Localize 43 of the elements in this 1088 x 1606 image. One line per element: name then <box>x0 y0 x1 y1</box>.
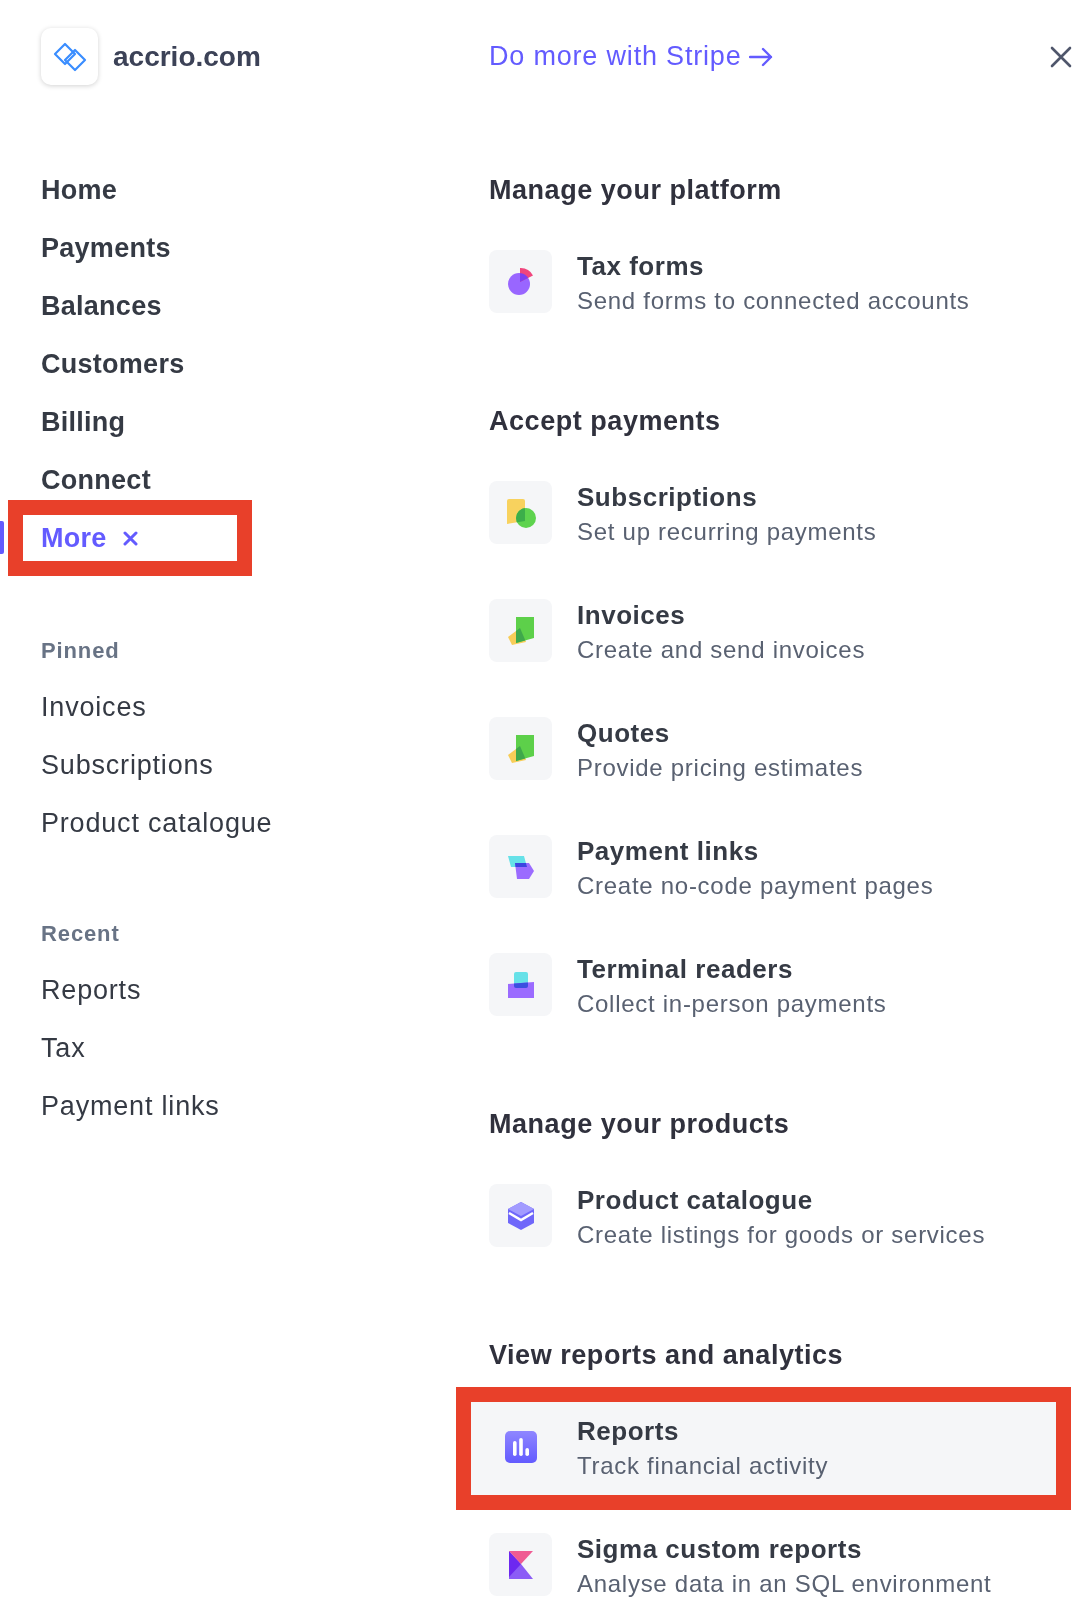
section-heading: View reports and analytics <box>489 1338 844 1372</box>
logo-icon <box>41 28 98 85</box>
menu-item[interactable]: Payment links Create no-code payment pages <box>489 835 934 902</box>
section-heading: Manage your products <box>489 1107 790 1141</box>
menu-item[interactable]: Terminal readers Collect in-person payments <box>489 953 887 1020</box>
nav-link[interactable]: Customers <box>41 343 185 385</box>
account-name: accrio.com <box>113 39 261 74</box>
nav-link[interactable]: Payments <box>41 227 171 269</box>
group-label: Recent <box>41 919 120 948</box>
menu-item[interactable]: Product catalogue Create listings for goods or services <box>489 1184 986 1251</box>
section-heading: Manage your platform <box>489 173 782 207</box>
stacked-cards-icon <box>489 717 552 780</box>
group-label: Pinned <box>41 636 120 665</box>
menu-item[interactable]: Quotes Provide pricing estimates <box>489 717 864 784</box>
nav-link[interactable]: Balances <box>41 285 162 327</box>
arrow-right-icon <box>749 46 774 67</box>
bar-chart-icon <box>504 1430 537 1463</box>
overlapping-shapes-icon <box>489 481 552 544</box>
promo-link[interactable]: Do more with Stripe <box>489 36 774 77</box>
cube-icon <box>489 1184 552 1247</box>
recent-link[interactable]: Reports <box>41 969 142 1011</box>
close-icon <box>122 530 138 546</box>
pie-chart-icon <box>489 250 552 313</box>
close-icon[interactable] <box>1050 45 1072 68</box>
pinned-link[interactable]: Invoices <box>41 686 147 728</box>
nav-link[interactable]: More <box>41 517 138 559</box>
menu-item[interactable]: Sigma custom reports Analyse data in an SQL environment <box>489 1533 992 1600</box>
pinned-link[interactable]: Subscriptions <box>41 744 214 786</box>
nav-link[interactable]: Connect <box>41 459 151 501</box>
recent-link[interactable]: Tax <box>41 1027 86 1069</box>
nav-link[interactable]: Home <box>41 169 118 211</box>
nav-link[interactable]: Billing <box>41 401 126 443</box>
menu-item[interactable]: Reports Track financial activity <box>471 1402 1056 1495</box>
recent-link[interactable]: Payment links <box>41 1085 220 1127</box>
menu-item[interactable]: Invoices Create and send invoices <box>489 599 866 666</box>
pinned-link[interactable]: Product catalogue <box>41 802 273 844</box>
stacked-cards-icon <box>489 599 552 662</box>
triangles-icon <box>489 1533 552 1596</box>
stacked-blocks-icon <box>489 953 552 1016</box>
menu-item[interactable]: Subscriptions Set up recurring payments <box>489 481 877 548</box>
arrow-shapes-icon <box>489 835 552 898</box>
menu-item[interactable]: Tax forms Send forms to connected accounts <box>489 250 970 317</box>
section-heading: Accept payments <box>489 404 721 438</box>
